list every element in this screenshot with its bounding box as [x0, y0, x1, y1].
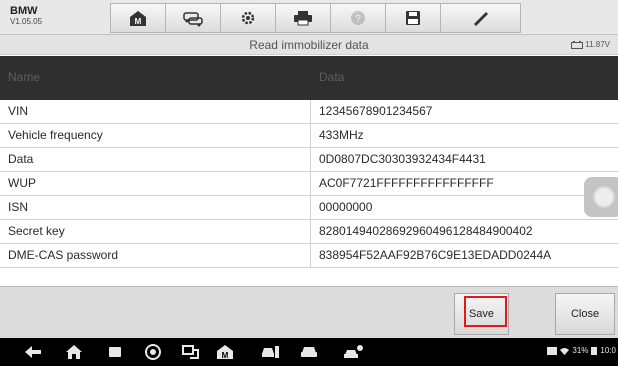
car-person-icon — [344, 345, 363, 358]
battery-icon — [591, 347, 598, 355]
row-name: Data — [8, 152, 34, 166]
maxisys-home-button[interactable]: M — [214, 343, 236, 361]
save-disk-icon — [406, 11, 420, 25]
remote-desk-button[interactable] — [343, 343, 365, 361]
screen-title: Read immobilizer data — [249, 38, 369, 52]
column-divider — [310, 220, 311, 243]
car-swap-icon — [183, 12, 203, 27]
car-diagnostic-icon — [262, 346, 279, 358]
voltage-indicator: 11.87V — [571, 40, 610, 49]
column-divider — [310, 172, 311, 195]
data-table[interactable]: VIN 12345678901234567 Vehicle frequency … — [0, 100, 618, 286]
row-name: WUP — [8, 176, 36, 190]
browser-button[interactable] — [142, 343, 164, 361]
table-row[interactable]: DME-CAS password 838954F52AAF92B76C9E13E… — [0, 244, 618, 268]
battery-voltage-icon — [571, 40, 584, 49]
recent-apps-button[interactable] — [104, 343, 126, 361]
table-row[interactable]: Data 0D0807DC30303932434F4431 — [0, 148, 618, 172]
column-divider — [310, 244, 311, 267]
svg-text:M: M — [135, 17, 142, 26]
row-name: ISN — [8, 200, 29, 214]
row-name: VIN — [8, 104, 29, 118]
vci-connect-button[interactable] — [179, 343, 201, 361]
row-value: 433MHz — [319, 128, 364, 142]
table-row[interactable]: VIN 12345678901234567 — [0, 100, 618, 124]
app-brand: BMW V1.05.05 — [10, 5, 42, 27]
svg-text:M: M — [222, 351, 229, 360]
column-divider — [310, 124, 311, 147]
voltage-value: 11.87V — [585, 40, 610, 49]
action-footer: Save Close — [0, 286, 618, 338]
gear-icon — [241, 11, 255, 25]
table-row[interactable]: ISN 00000000 — [0, 196, 618, 220]
floating-assist-button[interactable] — [584, 177, 618, 217]
row-value: AC0F7721FFFFFFFFFFFFFFFF — [319, 176, 494, 190]
vehicle-swap-button[interactable] — [166, 4, 221, 32]
system-status: 31% 10:0 — [547, 346, 616, 355]
column-divider — [310, 196, 311, 219]
service-button[interactable] — [298, 343, 320, 361]
car-icon — [301, 347, 317, 357]
recent-apps-icon — [109, 347, 121, 357]
clock: 10:0 — [600, 346, 616, 355]
message-icon — [547, 346, 558, 355]
column-divider — [310, 148, 311, 171]
back-arrow-icon — [25, 346, 41, 358]
home-icon: M — [130, 11, 146, 26]
svg-text:?: ? — [355, 14, 361, 25]
android-nav-bar: M 31% 10:0 — [0, 338, 618, 366]
row-value: 00000000 — [319, 200, 373, 214]
help-icon: ? — [351, 11, 365, 25]
close-button[interactable]: Close — [555, 293, 615, 335]
table-row[interactable]: Vehicle frequency 433MHz — [0, 124, 618, 148]
print-button[interactable] — [276, 4, 331, 32]
column-header-data: Data — [319, 70, 345, 84]
row-name: Vehicle frequency — [8, 128, 103, 142]
row-value: 0D0807DC30303932434F4431 — [319, 152, 486, 166]
maxisys-home-icon: M — [217, 345, 233, 360]
settings-button[interactable] — [221, 4, 276, 32]
circle-icon — [593, 186, 615, 208]
printer-icon — [294, 11, 312, 26]
back-button[interactable] — [22, 343, 44, 361]
app-version: V1.05.05 — [10, 17, 43, 26]
table-row[interactable]: WUP AC0F7721FFFFFFFFFFFFFFFF — [0, 172, 618, 196]
chrome-icon — [145, 344, 161, 360]
vci-connector-icon — [182, 345, 199, 359]
app-name: BMW — [10, 5, 38, 17]
home-nav-button[interactable] — [63, 343, 85, 361]
wifi-icon — [560, 347, 570, 355]
row-value: 12345678901234567 — [319, 104, 433, 118]
edit-button[interactable] — [441, 4, 520, 32]
save-button[interactable]: Save — [454, 293, 509, 335]
help-button[interactable]: ? — [331, 4, 386, 32]
home-button[interactable]: M — [111, 4, 166, 32]
pen-icon — [473, 12, 488, 26]
toolbar-buttons: M ? — [110, 3, 521, 33]
row-value: 838954F52AAF92B76C9E13EDADD0244A — [319, 248, 552, 262]
table-header: Name Data — [0, 56, 618, 100]
top-toolbar: BMW V1.05.05 M ? — [0, 0, 618, 35]
save-data-button[interactable] — [386, 4, 441, 32]
column-header-name: Name — [8, 70, 41, 84]
row-name: Secret key — [8, 224, 65, 238]
column-divider — [310, 100, 311, 123]
house-icon — [66, 345, 82, 359]
screen: BMW V1.05.05 M ? Read immobilizer data 1… — [0, 0, 618, 366]
diagnostics-button[interactable] — [259, 343, 281, 361]
row-name: DME-CAS password — [8, 248, 119, 262]
screen-title-bar: Read immobilizer data 11.87V — [0, 35, 618, 55]
table-row[interactable]: Secret key 82801494028692960496128484900… — [0, 220, 618, 244]
row-value: 82801494028692960496128484900402 — [319, 224, 533, 238]
battery-percent: 31% — [572, 346, 589, 355]
